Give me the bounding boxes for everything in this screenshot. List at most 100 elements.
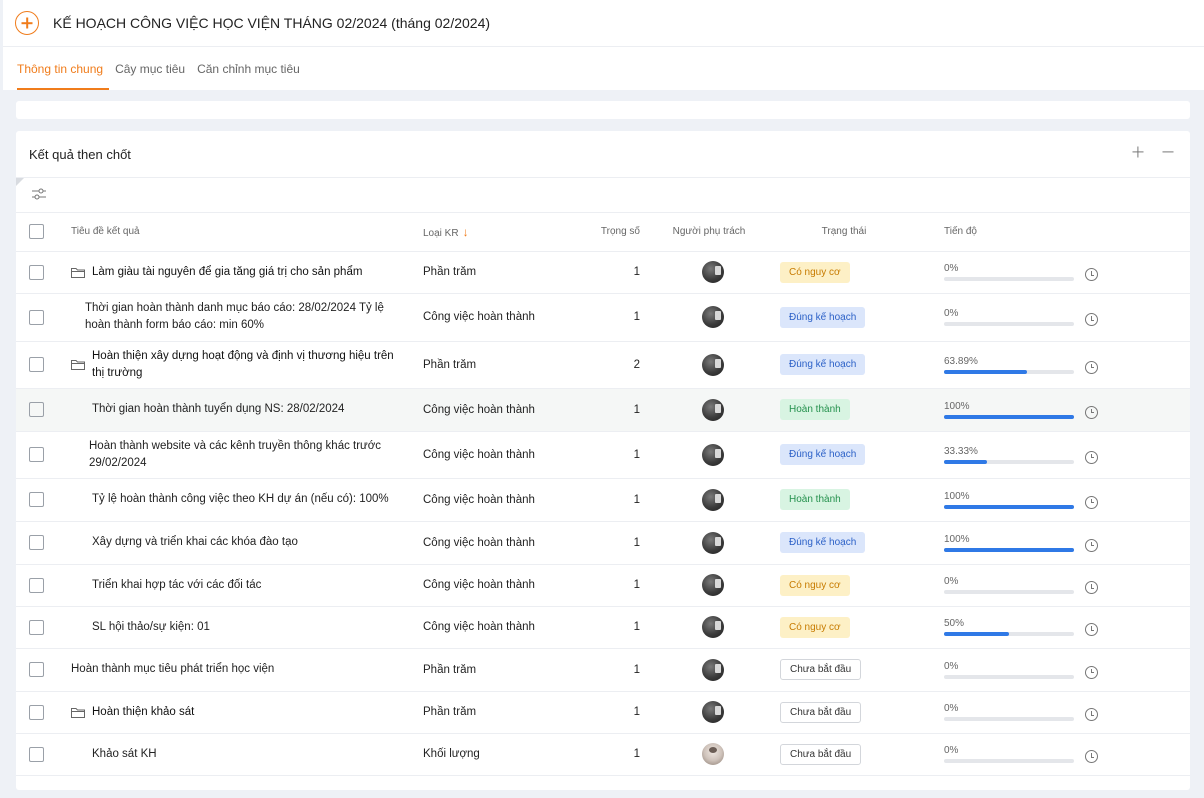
- row-checkbox[interactable]: [29, 535, 44, 550]
- avatar[interactable]: [702, 531, 724, 554]
- row-checkbox[interactable]: [29, 402, 44, 417]
- kr-type: Công việc hoàn thành: [423, 293, 583, 342]
- status-badge[interactable]: Có nguy cơ: [780, 261, 850, 283]
- row-checkbox[interactable]: [29, 619, 44, 635]
- status-badge[interactable]: Đúng kế hoạch: [780, 532, 866, 553]
- kr-title[interactable]: SL hội thảo/sự kiện: 01: [92, 619, 210, 636]
- row-checkbox[interactable]: [29, 577, 44, 593]
- kr-title[interactable]: Hoàn thiện khảo sát: [92, 704, 194, 721]
- history-clock-icon[interactable]: [1085, 581, 1098, 594]
- table-row[interactable]: Xây dựng và triển khai các khóa đào tạo C…: [16, 521, 1190, 565]
- history-clock-icon[interactable]: [1085, 313, 1098, 326]
- table-row[interactable]: Làm giàu tài nguyên để gia tăng giá trị …: [16, 251, 1190, 294]
- tab-goal-tree[interactable]: Cây mục tiêu: [115, 47, 191, 90]
- kr-title[interactable]: Triển khai hợp tác với các đối tác: [92, 577, 261, 594]
- avatar[interactable]: [702, 443, 724, 466]
- column-header-owner: Người phụ trách: [658, 213, 760, 252]
- status-badge[interactable]: Chưa bắt đầu: [780, 743, 862, 765]
- avatar[interactable]: [702, 398, 724, 421]
- kr-weight: 1: [583, 431, 658, 479]
- avatar[interactable]: [702, 743, 724, 765]
- status-badge[interactable]: Chưa bắt đầu: [780, 659, 862, 680]
- avatar[interactable]: [702, 616, 724, 638]
- table-row[interactable]: Triển khai hợp tác với các đối tác Công v…: [16, 564, 1190, 607]
- status-badge[interactable]: Có nguy cơ: [780, 574, 850, 596]
- history-clock-icon[interactable]: [1085, 495, 1098, 509]
- table-row[interactable]: Hoàn thiện khảo sát Phần trăm 1 Chưa bắt đầ…: [16, 691, 1190, 734]
- kr-weight: 1: [583, 564, 658, 607]
- tab-goal-alignment[interactable]: Căn chỉnh mục tiêu: [197, 47, 306, 90]
- row-checkbox[interactable]: [29, 704, 44, 720]
- avatar[interactable]: [702, 658, 724, 681]
- kr-title[interactable]: Làm giàu tài nguyên để gia tăng giá trị …: [92, 264, 362, 281]
- collapse-icon[interactable]: [1162, 146, 1174, 158]
- kr-title[interactable]: Tỷ lệ hoàn thành công việc theo KH dự án…: [92, 491, 389, 508]
- status-badge[interactable]: Đúng kế hoạch: [780, 444, 866, 465]
- history-clock-icon[interactable]: [1085, 665, 1098, 679]
- status-badge[interactable]: Hoàn thành: [780, 489, 850, 510]
- kr-title[interactable]: Hoàn thành website và các kênh truyền th…: [89, 438, 407, 472]
- avatar[interactable]: [702, 574, 724, 596]
- kr-type: Công việc hoàn thành: [423, 564, 583, 607]
- progress-fill: [944, 369, 1028, 374]
- row-checkbox[interactable]: [29, 447, 44, 462]
- row-checkbox[interactable]: [29, 309, 44, 325]
- history-clock-icon[interactable]: [1085, 750, 1098, 763]
- history-clock-icon[interactable]: [1085, 538, 1098, 552]
- history-clock-icon[interactable]: [1085, 360, 1098, 374]
- status-badge[interactable]: Hoàn thành: [780, 399, 850, 420]
- row-checkbox[interactable]: [29, 746, 44, 762]
- page-header: KẾ HOẠCH CÔNG VIỆC HỌC VIỆN THÁNG 02/202…: [3, 0, 1204, 47]
- history-clock-icon[interactable]: [1085, 708, 1098, 721]
- column-header-type[interactable]: Loại KR ↓: [423, 213, 583, 252]
- sort-arrow-icon[interactable]: ↓: [463, 225, 469, 239]
- row-checkbox[interactable]: [29, 357, 44, 372]
- progress-bar: [944, 277, 1074, 281]
- avatar[interactable]: [702, 353, 724, 376]
- kr-weight: 1: [583, 293, 658, 342]
- status-badge[interactable]: Chưa bắt đầu: [780, 701, 862, 723]
- kr-title[interactable]: Hoàn thành mục tiêu phát triển học viện: [71, 661, 274, 678]
- table-row[interactable]: Thời gian hoàn thành tuyển dụng NS: 28/0…: [16, 388, 1190, 432]
- status-badge[interactable]: Đúng kế hoạch: [780, 306, 866, 328]
- progress-bar: [944, 632, 1074, 636]
- table-row[interactable]: Hoàn thiện xây dựng hoạt động và định vị…: [16, 341, 1190, 389]
- key-results-table: Tiêu đề kết quả Loại KR ↓ Trọng số Người …: [16, 213, 1190, 776]
- progress-bar: [944, 674, 1074, 679]
- select-all-checkbox[interactable]: [29, 224, 44, 240]
- history-clock-icon[interactable]: [1085, 623, 1098, 636]
- table-row[interactable]: Hoàn thành website và các kênh truyền th…: [16, 431, 1190, 479]
- table-row[interactable]: Hoàn thành mục tiêu phát triển học viện P…: [16, 648, 1190, 692]
- kr-title[interactable]: Khảo sát KH: [92, 746, 157, 763]
- kr-title[interactable]: Xây dựng và triển khai các khóa đào tạo: [92, 534, 298, 551]
- add-icon[interactable]: [1132, 146, 1144, 158]
- avatar[interactable]: [702, 488, 724, 511]
- row-checkbox[interactable]: [29, 662, 44, 677]
- row-checkbox[interactable]: [29, 492, 44, 507]
- kr-title[interactable]: Thời gian hoàn thành danh mục báo cáo: 2…: [85, 300, 407, 334]
- kr-title[interactable]: Thời gian hoàn thành tuyển dụng NS: 28/0…: [92, 401, 344, 418]
- history-clock-icon[interactable]: [1085, 450, 1098, 464]
- table-row[interactable]: Thời gian hoàn thành danh mục báo cáo: 2…: [16, 293, 1190, 342]
- progress-percent: 0%: [944, 660, 959, 672]
- tab-general-info[interactable]: Thông tin chung: [17, 47, 110, 90]
- table-row[interactable]: Khảo sát KH Khối lượng 1 Chưa bắt đầu 0%: [16, 733, 1190, 776]
- progress-fill: [944, 414, 1074, 419]
- status-badge[interactable]: Có nguy cơ: [780, 616, 850, 638]
- folder-icon: [71, 267, 85, 278]
- avatar[interactable]: [702, 306, 724, 328]
- row-checkbox[interactable]: [29, 264, 44, 280]
- table-row[interactable]: SL hội thảo/sự kiện: 01 Công việc hoàn th…: [16, 606, 1190, 649]
- table-row[interactable]: Tỷ lệ hoàn thành công việc theo KH dự án…: [16, 478, 1190, 522]
- avatar[interactable]: [702, 701, 724, 723]
- history-clock-icon[interactable]: [1085, 405, 1098, 419]
- kr-title[interactable]: Hoàn thiện xây dựng hoạt động và định vị…: [92, 348, 407, 382]
- history-clock-icon[interactable]: [1085, 268, 1098, 281]
- progress-bar: [944, 504, 1074, 509]
- avatar[interactable]: [702, 261, 724, 283]
- kr-weight: 1: [583, 251, 658, 294]
- status-badge[interactable]: Đúng kế hoạch: [780, 354, 866, 375]
- add-circle-icon[interactable]: [15, 11, 39, 35]
- column-header-progress: Tiến độ: [928, 213, 1190, 252]
- filter-settings-icon[interactable]: [32, 188, 46, 200]
